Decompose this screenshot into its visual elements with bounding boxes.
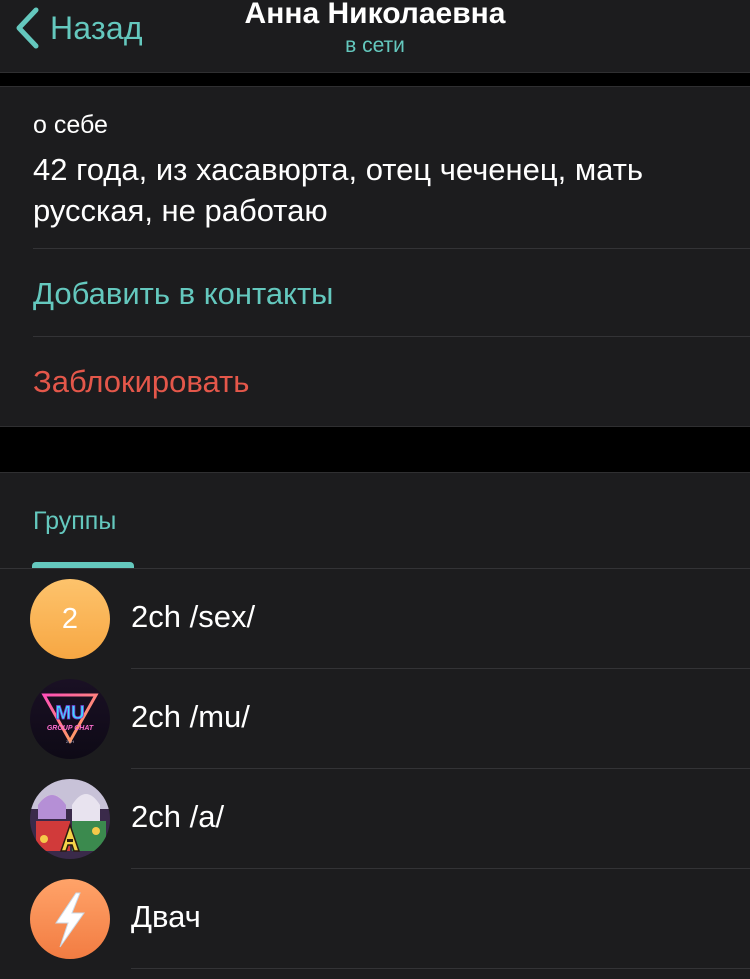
svg-text:2CH: 2CH — [66, 739, 74, 744]
group-title: 2ch /a/ — [131, 799, 225, 834]
profile-info-section: о себе 42 года, из хасавюрта, отец чечен… — [0, 86, 750, 427]
navigation-bar: Назад Анна Николаевна в сети — [0, 0, 750, 73]
mu-group-chat-logo-icon: MU GROUP CHAT 2CH — [30, 679, 110, 759]
avatar-initial: 2 — [61, 602, 79, 635]
svg-text:GROUP CHAT: GROUP CHAT — [47, 725, 94, 732]
about-label: о себе — [33, 111, 108, 139]
group-list-item[interactable]: MU GROUP CHAT 2CH 2ch /mu/ — [0, 669, 750, 769]
block-user-button[interactable]: Заблокировать — [33, 364, 249, 400]
lightning-icon — [55, 892, 85, 948]
group-list-item[interactable]: 2ch /a/ — [0, 769, 750, 869]
online-status: в сети — [345, 34, 405, 57]
groups-section: Группы 2 2ch /sex/ MU GROUP CHAT 2CH 2ch… — [0, 472, 750, 979]
tab-groups[interactable]: Группы — [33, 507, 116, 536]
group-avatar — [30, 779, 110, 859]
svg-text:MU: MU — [55, 703, 85, 724]
divider — [33, 336, 750, 337]
group-avatar — [30, 879, 110, 959]
group-title: 2ch /mu/ — [131, 699, 250, 734]
divider — [131, 968, 750, 969]
group-title: Двач — [131, 899, 201, 934]
about-text: 42 года, из хасавюрта, отец чеченец, мат… — [33, 152, 644, 228]
add-to-contacts-button[interactable]: Добавить в контакты — [33, 276, 333, 312]
group-list-item[interactable]: 2 2ch /sex/ — [0, 569, 750, 669]
group-avatar: MU GROUP CHAT 2CH — [30, 679, 110, 759]
group-title: 2ch /sex/ — [131, 599, 256, 634]
group-avatar: 2 — [30, 579, 110, 659]
contact-name-title: Анна Николаевна — [244, 0, 506, 30]
group-list-item[interactable]: Двач — [0, 869, 750, 969]
divider — [33, 248, 750, 249]
anime-collage-image-icon — [30, 779, 110, 859]
